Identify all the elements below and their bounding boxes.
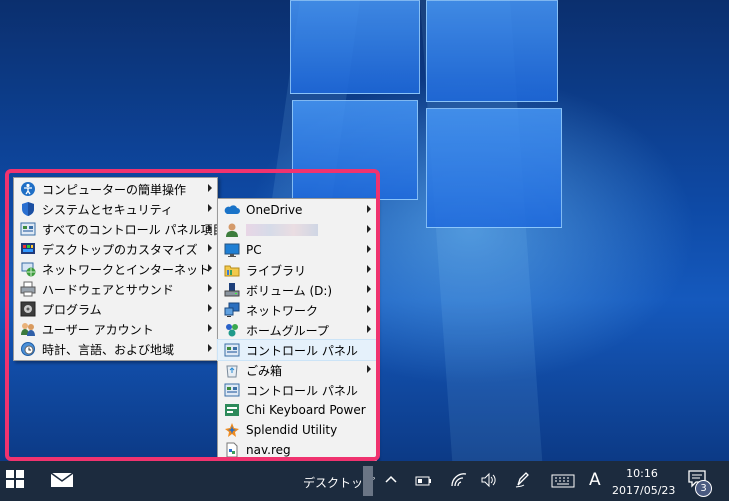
wallpaper-window-logo [290, 0, 420, 94]
wifi-button[interactable] [450, 472, 468, 492]
start-button[interactable] [6, 470, 28, 492]
clock[interactable]: 10:16 2017/05/23 [612, 465, 676, 499]
show-hidden-icons-button[interactable] [384, 472, 398, 491]
battery-button[interactable] [415, 473, 433, 492]
chevron-up-icon [385, 475, 397, 483]
clock-date: 2017/05/23 [612, 484, 676, 497]
clock-time: 10:16 [626, 467, 658, 480]
touch-keyboard-button[interactable] [551, 473, 575, 492]
wifi-icon [451, 473, 467, 487]
toolbar-chevron[interactable] [363, 466, 373, 496]
keyboard-icon [551, 474, 575, 488]
highlight-frame [5, 169, 380, 461]
volume-button[interactable] [480, 472, 498, 492]
pen-workspace-button[interactable] [514, 471, 532, 493]
ime-indicator[interactable]: A [589, 470, 601, 490]
speaker-icon [481, 472, 496, 488]
mail-button[interactable] [50, 470, 76, 492]
action-center-button[interactable]: 3 [688, 470, 712, 497]
windows-logo-icon [6, 470, 24, 488]
battery-icon [415, 476, 431, 486]
pen-icon [515, 472, 529, 488]
mail-icon [50, 472, 74, 487]
notification-count-badge: 3 [695, 480, 712, 497]
